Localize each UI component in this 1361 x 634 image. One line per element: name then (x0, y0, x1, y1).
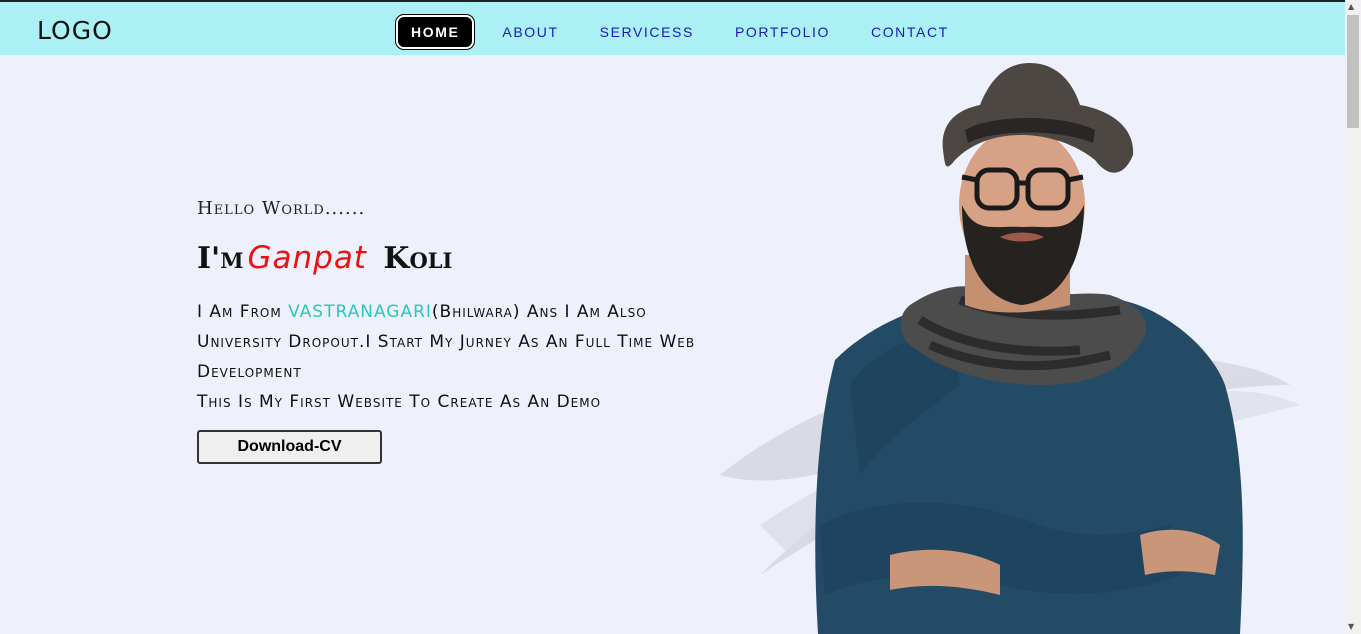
nav-home[interactable]: HOME (396, 15, 475, 49)
hero-name: I'm Ganpat Koli (197, 240, 452, 276)
nav-contact[interactable]: CONTACT (858, 17, 962, 47)
download-cv-button[interactable]: Download-CV (197, 430, 382, 464)
desc-part1: I Am From (197, 302, 289, 322)
name-last: Koli (383, 241, 453, 276)
main-nav: HOME ABOUT SERVICESS PORTFOLIO CONTACT (396, 15, 977, 49)
vertical-scrollbar[interactable]: ▲ ▼ (1345, 0, 1361, 634)
nav-services[interactable]: SERVICESS (587, 17, 707, 47)
desc-line4: This Is My First Website To Create As An… (197, 392, 602, 412)
greeting: Hello World...... (197, 198, 366, 219)
scroll-up-icon[interactable]: ▲ (1348, 2, 1354, 12)
name-prefix: I'm (197, 241, 244, 276)
name-first: Ganpat (247, 240, 367, 276)
scrollbar-thumb[interactable] (1347, 15, 1359, 128)
desc-place: VASTRANAGARI (288, 302, 432, 322)
scroll-down-icon[interactable]: ▼ (1348, 622, 1354, 632)
hero-description: I Am From VASTRANAGARI(Bhilwara) Ans I A… (197, 297, 717, 417)
profile-photo (720, 63, 1300, 634)
logo[interactable]: LOGO (37, 16, 113, 45)
navbar: LOGO HOME ABOUT SERVICESS PORTFOLIO CONT… (0, 2, 1345, 55)
nav-portfolio[interactable]: PORTFOLIO (722, 17, 843, 47)
nav-about[interactable]: ABOUT (489, 17, 571, 47)
